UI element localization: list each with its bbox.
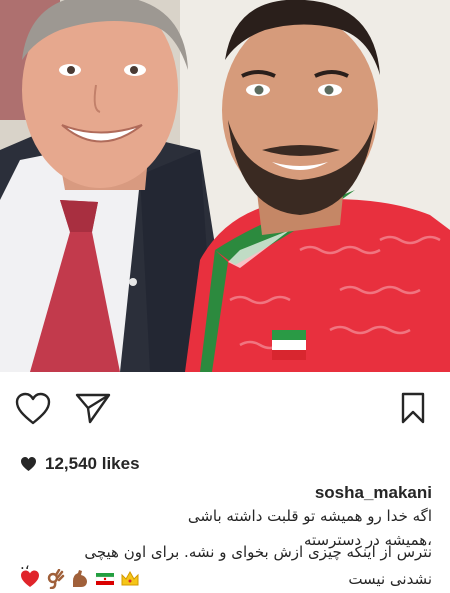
- flexed-biceps-icon: [73, 570, 87, 587]
- red-heart-icon: [21, 570, 39, 587]
- heart-filled-icon: [21, 457, 36, 471]
- likes-count[interactable]: 12,540 likes: [20, 452, 140, 476]
- likes-text: 12,540 likes: [45, 454, 140, 473]
- like-button[interactable]: [14, 389, 52, 427]
- selfie-illustration: [0, 0, 450, 372]
- caption-line-5: نشدنی نیست: [348, 570, 432, 588]
- caption-emoji-row: [20, 567, 140, 591]
- caption-line-4: نترس از اینکه چیزی ازش بخوای و نشه. برای…: [84, 543, 432, 561]
- save-button[interactable]: [394, 389, 432, 427]
- heart-outline-icon: [15, 392, 51, 424]
- ok-hand-icon: [47, 569, 65, 589]
- post-caption-continued: نترس از اینکه چیزی ازش بخوای و نشه. برای…: [20, 540, 432, 564]
- caption-line-1: اگه خدا رو همیشه تو قلبت داشته باشی: [187, 507, 432, 525]
- iran-flag-icon: [95, 573, 115, 585]
- bookmark-icon: [401, 392, 425, 424]
- share-button[interactable]: [74, 389, 112, 427]
- post-action-bar: [0, 372, 450, 440]
- paper-plane-icon: [75, 393, 111, 424]
- crown-icon: [121, 570, 139, 586]
- instagram-post: 12,540 likes sosha_makani اگه خدا رو همی…: [0, 0, 450, 593]
- username-link[interactable]: sosha_makani: [20, 482, 432, 504]
- post-photo[interactable]: [0, 0, 450, 372]
